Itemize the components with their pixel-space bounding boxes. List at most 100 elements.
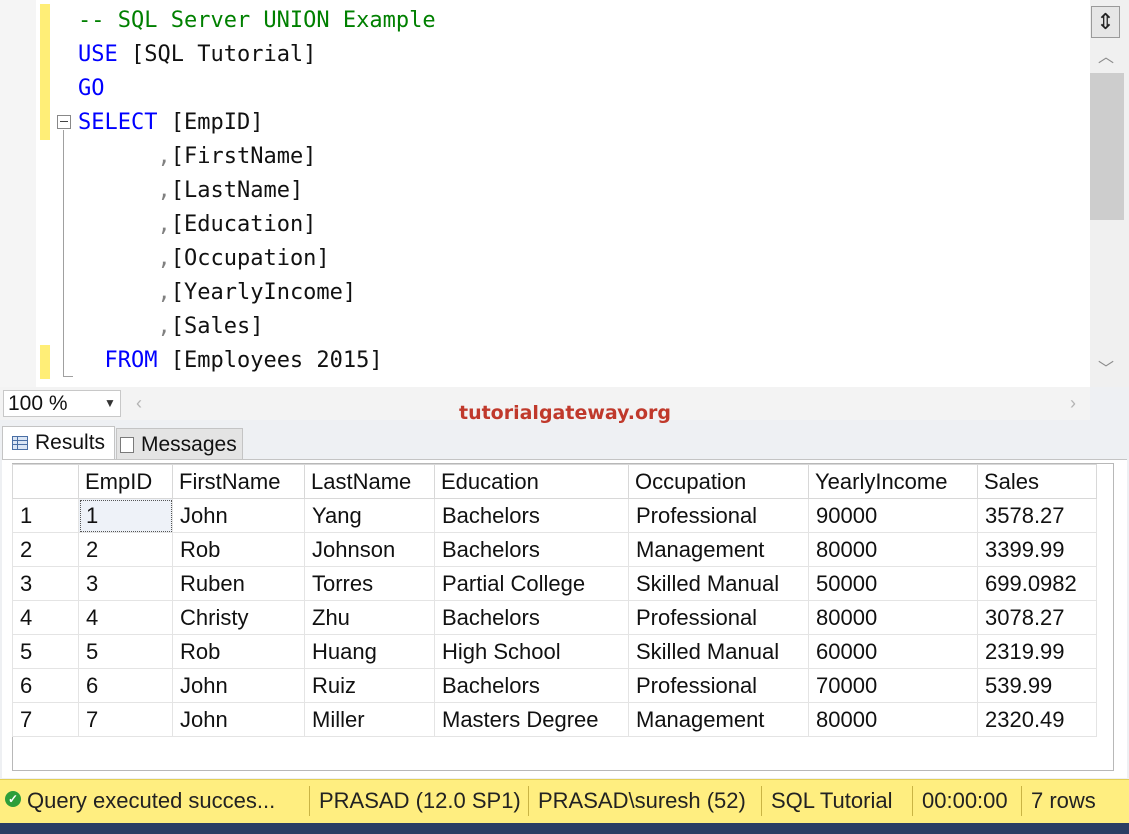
table-cell[interactable]: Zhu	[304, 600, 435, 635]
scroll-up-icon[interactable]: ︿	[1096, 48, 1116, 68]
table-cell[interactable]: 5	[78, 634, 173, 669]
table-cell[interactable]: Bachelors	[434, 532, 629, 567]
row-number-header[interactable]	[12, 464, 79, 499]
table-cell[interactable]: Ruben	[172, 566, 305, 601]
table-cell[interactable]: 60000	[808, 634, 978, 669]
code-line[interactable]: ,[Education]	[78, 208, 316, 242]
code-line[interactable]: ,[LastName]	[78, 174, 303, 208]
results-grid[interactable]: EmpID FirstName LastName Education Occupatio…	[12, 464, 1097, 737]
table-cell[interactable]: Johnson	[304, 532, 435, 567]
table-cell[interactable]: Bachelors	[434, 668, 629, 703]
scroll-down-icon[interactable]: ﹀	[1096, 360, 1116, 380]
dropdown-arrow-icon[interactable]: ▼	[100, 390, 120, 417]
tab-messages[interactable]: Messages	[116, 428, 243, 462]
split-icon[interactable]: ⇕	[1091, 6, 1120, 38]
column-header[interactable]: Education	[434, 464, 629, 499]
table-cell[interactable]: High School	[434, 634, 629, 669]
table-row[interactable]: 5 5 Rob Huang High School Skilled Manual 60000…	[12, 634, 1097, 669]
table-cell[interactable]: 699.0982	[977, 566, 1097, 601]
table-cell[interactable]: Professional	[628, 668, 809, 703]
code-token: [Education]	[170, 212, 317, 237]
outline-line	[63, 130, 64, 377]
collapse-toggle-icon[interactable]	[57, 115, 71, 129]
table-cell[interactable]: Management	[628, 532, 809, 567]
code-line[interactable]: ,[FirstName]	[78, 140, 316, 174]
row-number[interactable]: 4	[12, 600, 79, 635]
table-row[interactable]: 1 1 John Yang Bachelors Professional 90000 3578…	[12, 498, 1097, 533]
table-cell[interactable]: 50000	[808, 566, 978, 601]
column-header[interactable]: EmpID	[78, 464, 173, 499]
table-cell[interactable]: Rob	[172, 634, 305, 669]
table-cell[interactable]: Bachelors	[434, 600, 629, 635]
table-cell[interactable]: Professional	[628, 600, 809, 635]
row-number[interactable]: 7	[12, 702, 79, 737]
table-cell[interactable]: 3578.27	[977, 498, 1097, 533]
row-number[interactable]: 2	[12, 532, 79, 567]
table-cell[interactable]: 4	[78, 600, 173, 635]
code-line[interactable]: SELECT [EmpID]	[78, 106, 263, 140]
table-cell[interactable]: Masters Degree	[434, 702, 629, 737]
table-cell[interactable]: Yang	[304, 498, 435, 533]
table-cell[interactable]: Christy	[172, 600, 305, 635]
table-cell[interactable]: Bachelors	[434, 498, 629, 533]
code-line[interactable]: ,[Occupation]	[78, 242, 329, 276]
table-cell[interactable]: Huang	[304, 634, 435, 669]
table-cell[interactable]: 80000	[808, 600, 978, 635]
scroll-right-icon[interactable]: ›	[1064, 392, 1082, 414]
code-line[interactable]: GO	[78, 72, 105, 106]
status-separator	[528, 786, 529, 816]
code-line[interactable]: -- SQL Server UNION Example	[78, 4, 436, 38]
table-cell[interactable]: John	[172, 702, 305, 737]
table-cell[interactable]: 3	[78, 566, 173, 601]
table-cell[interactable]: 90000	[808, 498, 978, 533]
column-header[interactable]: FirstName	[172, 464, 305, 499]
table-cell[interactable]: 80000	[808, 702, 978, 737]
row-number[interactable]: 1	[12, 498, 79, 533]
column-header[interactable]: Occupation	[628, 464, 809, 499]
table-cell[interactable]: 2320.49	[977, 702, 1097, 737]
column-header[interactable]: LastName	[304, 464, 435, 499]
code-token: [EmpID]	[157, 110, 264, 135]
table-cell[interactable]: John	[172, 668, 305, 703]
table-row[interactable]: 7 7 John Miller Masters Degree Management 8000…	[12, 702, 1097, 737]
row-number[interactable]: 3	[12, 566, 79, 601]
table-cell[interactable]: John	[172, 498, 305, 533]
table-cell[interactable]: 539.99	[977, 668, 1097, 703]
table-cell[interactable]: Partial College	[434, 566, 629, 601]
column-header[interactable]: Sales	[977, 464, 1097, 499]
table-cell[interactable]: Ruiz	[304, 668, 435, 703]
table-cell[interactable]: Management	[628, 702, 809, 737]
table-cell[interactable]: Professional	[628, 498, 809, 533]
row-number[interactable]: 5	[12, 634, 79, 669]
table-cell[interactable]: 7	[78, 702, 173, 737]
table-cell[interactable]: 80000	[808, 532, 978, 567]
table-row[interactable]: 4 4 Christy Zhu Bachelors Professional 80000 30…	[12, 600, 1097, 635]
scrollbar-thumb[interactable]	[1090, 73, 1124, 220]
table-cell[interactable]: 70000	[808, 668, 978, 703]
scroll-left-icon[interactable]: ‹	[130, 392, 148, 414]
table-cell[interactable]: Torres	[304, 566, 435, 601]
code-token: ,	[157, 280, 171, 305]
table-row[interactable]: 2 2 Rob Johnson Bachelors Management 80000 3399…	[12, 532, 1097, 567]
table-cell[interactable]: 2	[78, 532, 173, 567]
query-editor[interactable]: -- SQL Server UNION Example USE [SQL Tuto…	[0, 0, 1129, 387]
table-row[interactable]: 3 3 Ruben Torres Partial College Skilled Manu…	[12, 566, 1097, 601]
table-cell[interactable]: 3078.27	[977, 600, 1097, 635]
table-cell[interactable]: 3399.99	[977, 532, 1097, 567]
table-cell[interactable]: 1	[78, 498, 173, 533]
table-cell[interactable]: 6	[78, 668, 173, 703]
table-cell[interactable]: Skilled Manual	[628, 566, 809, 601]
sql-keyword: FROM	[78, 348, 158, 373]
table-cell[interactable]: Skilled Manual	[628, 634, 809, 669]
code-line[interactable]: FROM [Employees 2015]	[78, 344, 382, 378]
table-row[interactable]: 6 6 John Ruiz Bachelors Professional 70000 539.…	[12, 668, 1097, 703]
code-line[interactable]: ,[Sales]	[78, 310, 263, 344]
row-number[interactable]: 6	[12, 668, 79, 703]
code-line[interactable]: USE [SQL Tutorial]	[78, 38, 316, 72]
table-cell[interactable]: 2319.99	[977, 634, 1097, 669]
table-cell[interactable]: Miller	[304, 702, 435, 737]
table-cell[interactable]: Rob	[172, 532, 305, 567]
code-line[interactable]: ,[YearlyIncome]	[78, 276, 356, 310]
column-header[interactable]: YearlyIncome	[808, 464, 978, 499]
